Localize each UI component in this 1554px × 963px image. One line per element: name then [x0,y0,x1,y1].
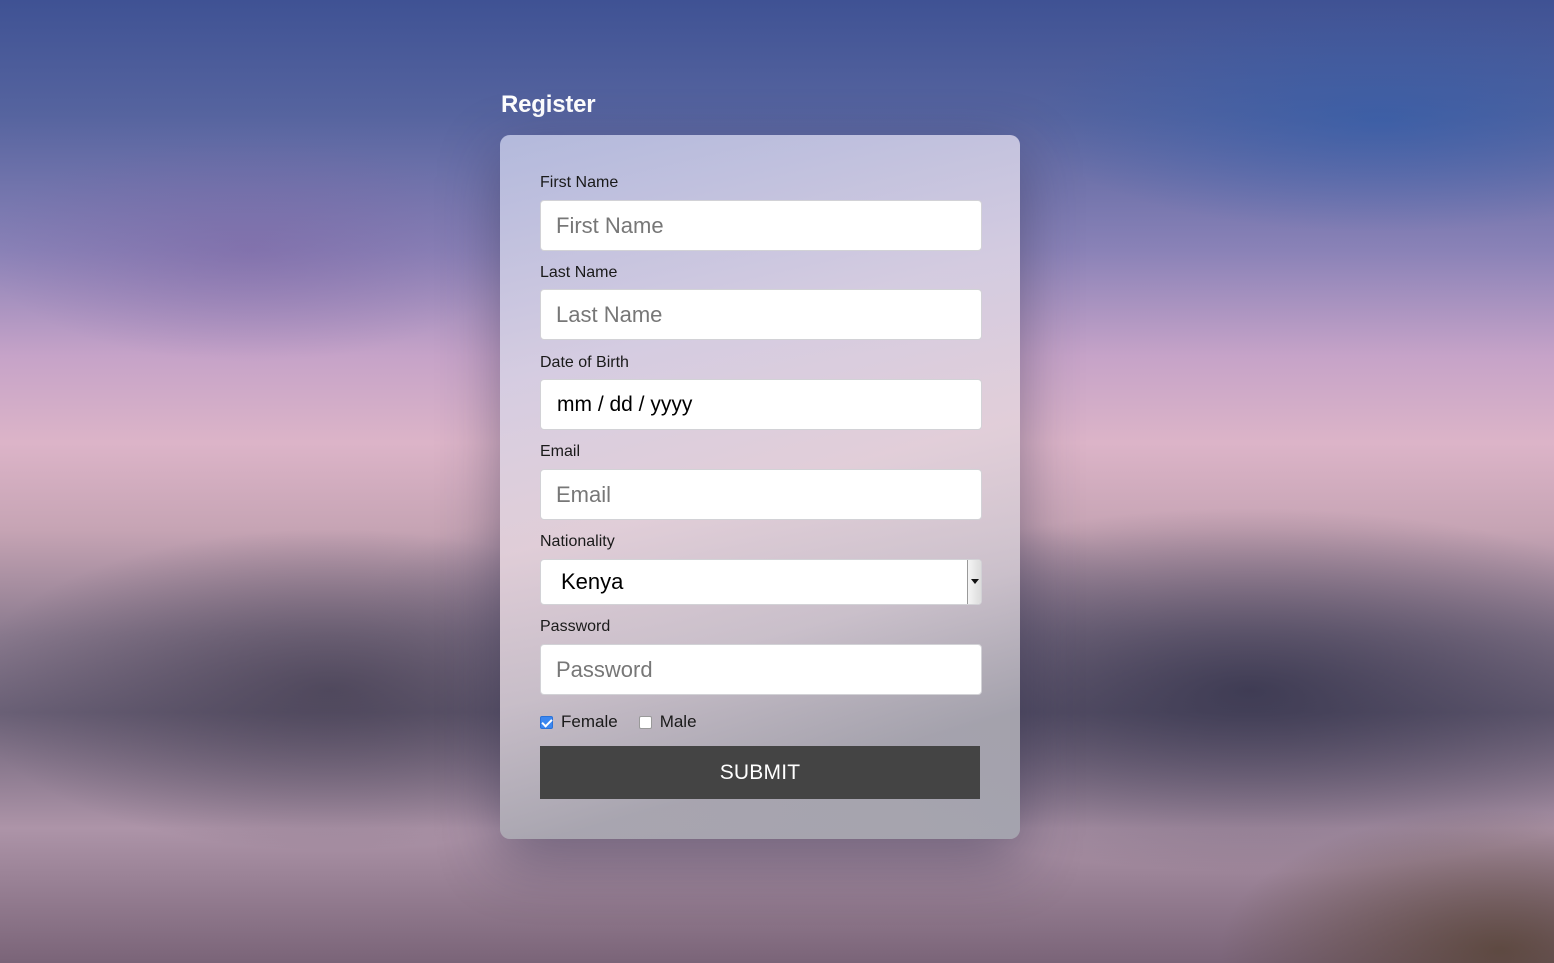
register-form-card: First Name Last Name Date of Birth mm / … [500,135,1020,839]
last-name-label: Last Name [540,264,618,281]
gender-option-female[interactable]: Female [540,712,618,732]
last-name-input[interactable] [540,289,982,340]
email-input[interactable] [540,469,982,520]
male-checkbox[interactable] [638,715,652,729]
submit-button[interactable]: SUBMIT [540,746,980,799]
nationality-select[interactable]: Kenya [540,559,982,605]
password-input[interactable] [540,644,982,695]
female-label: Female [561,712,618,731]
password-label: Password [540,618,611,635]
dob-label: Date of Birth [540,354,629,371]
dob-input[interactable]: mm / dd / yyyy [540,379,982,430]
female-checkbox[interactable] [540,715,553,729]
gender-option-male[interactable]: Male [638,712,697,732]
nationality-selected-value: Kenya [561,569,624,594]
first-name-input[interactable] [540,200,982,251]
email-label: Email [540,443,581,460]
chevron-down-icon[interactable] [967,560,981,604]
page-title: Register [501,91,596,118]
first-name-label: First Name [540,174,619,191]
nationality-label: Nationality [540,533,615,550]
male-label: Male [659,712,697,731]
dob-format-text: mm / dd / yyyy [557,393,693,416]
gender-options: Female Male [540,711,718,733]
